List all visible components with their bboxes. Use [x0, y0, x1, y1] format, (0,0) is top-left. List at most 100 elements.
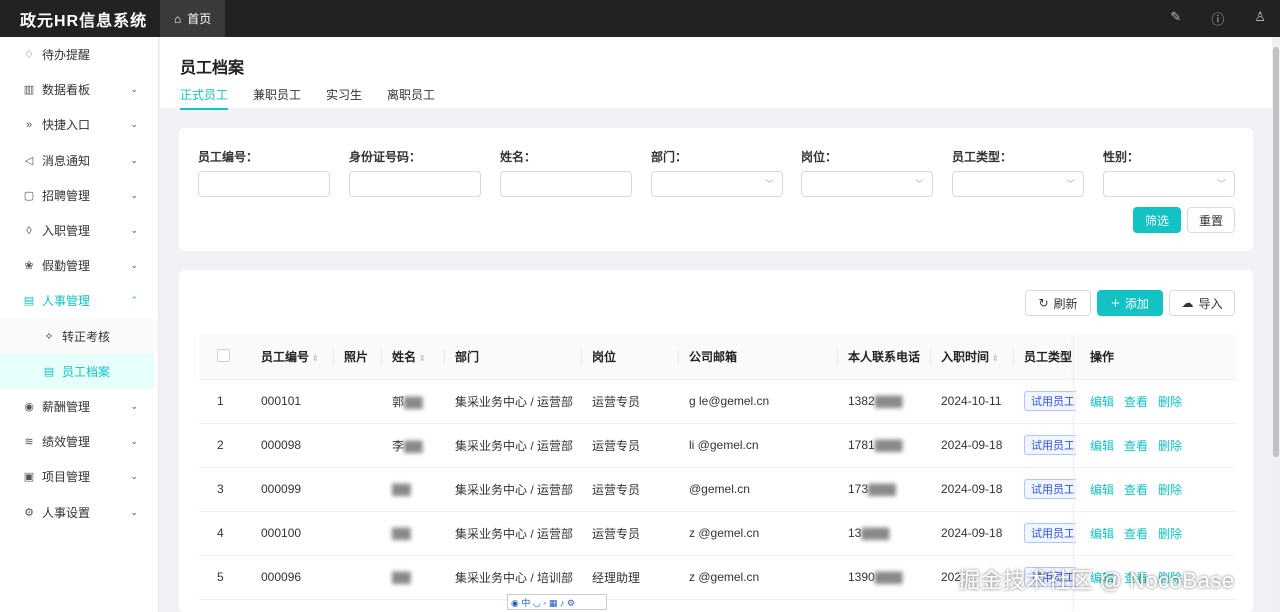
phone-cell: 1390▇▇▇ — [838, 555, 931, 600]
help-icon[interactable]: ⓘ — [1211, 9, 1224, 28]
col-email: 公司邮箱 — [679, 335, 838, 380]
tab-intern[interactable]: 实习生 — [326, 86, 362, 110]
table-row[interactable]: 3 000099 ▇▇ 集采业务中心 / 运营部 运营专员 @gemel.cn 173▇▇… — [199, 467, 1236, 512]
ime-toolbar[interactable]: ◉ 中 ◡ ◦ ▦ ♪ ⚙ — [507, 594, 607, 610]
sidebar-item-fire[interactable]: ◊ 入职管理 ⌄ — [0, 213, 158, 248]
sidebar-item-label: 绩效管理 — [42, 435, 91, 450]
table-row[interactable]: 4 000100 ▇▇ 集采业务中心 / 运营部 运营专员 z @gemel.cn 13▇▇… — [199, 511, 1236, 556]
profile-icon: ▤ — [23, 295, 35, 308]
sidebar-item-file[interactable]: ▢ 招聘管理 ⌄ — [0, 178, 158, 213]
post-cell: 运营专员 — [582, 379, 679, 424]
filter-employee-type: 员工类型： ﹀ — [952, 148, 1084, 197]
sidebar-item-setting[interactable]: ⚙ 人事设置 ⌄ — [0, 494, 158, 529]
select-all-checkbox[interactable] — [199, 335, 251, 380]
reset-button[interactable]: 重置 — [1187, 207, 1235, 233]
notification-icon: ◁ — [24, 154, 34, 167]
delete-link[interactable]: 删除 — [1158, 527, 1182, 541]
name-input[interactable] — [500, 171, 632, 197]
view-link[interactable]: 查看 — [1124, 483, 1148, 497]
table-row[interactable]: 2 000098 李▇▇ 集采业务中心 / 运营部 运营专员 li @gemel.cn 17… — [199, 423, 1236, 468]
photo-cell — [334, 379, 382, 424]
page-header: 员工档案 正式员工 兼职员工 实习生 离职员工 — [160, 37, 1280, 110]
tab-resigned[interactable]: 离职员工 — [387, 86, 435, 110]
sidebar-item-label: 假勤管理 — [42, 259, 91, 274]
sidebar-subitem-employee-file[interactable]: ▤ 员工档案 — [0, 353, 154, 389]
sidebar-item-label: 入职管理 — [42, 224, 91, 239]
sort-icon: ⇕ — [312, 354, 319, 364]
filter-name: 姓名： — [500, 148, 632, 197]
tab-home[interactable]: ⌂ 首页 — [160, 0, 226, 37]
name-cell: ▇▇ — [382, 555, 445, 600]
col-employee-id[interactable]: 员工编号 ⇕ — [251, 335, 334, 380]
employee-type-cell: 试用员工 — [1014, 379, 1076, 424]
double-right-icon: » — [25, 118, 33, 131]
photo-cell — [334, 555, 382, 600]
sidebar-item-bar-chart[interactable]: ▥ 数据看板 ⌄ — [0, 72, 158, 107]
sidebar-subitem-probation[interactable]: ✧ 转正考核 — [0, 318, 158, 354]
table-header-row: 员工编号 ⇕ 照片 姓名 ⇕ 部门 岗位 公司邮箱 本人联系电话 入职时间 ⇕ 员工类… — [199, 335, 1236, 380]
scrollbar-thumb[interactable] — [1273, 47, 1279, 457]
delete-link[interactable]: 删除 — [1158, 483, 1182, 497]
employee-id-input[interactable] — [198, 171, 330, 197]
email-cell: z @gemel.cn — [679, 511, 838, 556]
sidebar-item-dashboard[interactable]: ❀ 假勤管理 ⌄ — [0, 248, 158, 283]
edit-link[interactable]: 编辑 — [1090, 439, 1114, 453]
photo-cell — [334, 423, 382, 468]
col-post: 岗位 — [582, 335, 679, 380]
email-cell: z @gemel.cn — [679, 555, 838, 600]
name-cell: ▇▇ — [382, 511, 445, 556]
employee-type-cell: 试用员工 — [1014, 467, 1076, 512]
sidebar-item-double-right[interactable]: » 快捷入口 ⌄ — [0, 107, 158, 142]
chevron-icon: ⌄ — [130, 225, 138, 236]
scrollbar[interactable] — [1272, 37, 1280, 612]
sidebar-item-label: 快捷入口 — [42, 118, 91, 133]
sidebar-item-bulb[interactable]: ♢ 待办提醒 — [0, 37, 158, 72]
id-card-input[interactable] — [349, 171, 481, 197]
tab-formal[interactable]: 正式员工 — [180, 86, 229, 110]
department-select[interactable]: ﹀ — [651, 171, 783, 197]
ime-icon: ◉ 中 ◡ ◦ ▦ ♪ ⚙ — [511, 597, 575, 608]
row-number: 5 — [199, 555, 251, 600]
table-row[interactable]: 1 000101 郭▇▇ 集采业务中心 / 运营部 运营专员 g le@gemel.cn 1… — [199, 379, 1236, 424]
profile-icon: ▤ — [43, 365, 55, 378]
sidebar-item-notification[interactable]: ◁ 消息通知 ⌄ — [0, 143, 158, 178]
col-employee-type: 员工类型 — [1014, 335, 1076, 380]
sidebar-item-stock[interactable]: ≋ 绩效管理 ⌄ — [0, 424, 158, 459]
gender-select[interactable]: ﹀ — [1103, 171, 1235, 197]
view-link[interactable]: 查看 — [1124, 439, 1148, 453]
sidebar-item-money[interactable]: ◉ 薪酬管理 ⌄ — [0, 389, 158, 424]
col-photo: 照片 — [334, 335, 382, 380]
col-join-date[interactable]: 入职时间 ⇕ — [931, 335, 1014, 380]
sidebar-item-project[interactable]: ▣ 项目管理 ⌄ — [0, 459, 158, 494]
refresh-button[interactable]: ↻ 刷新 — [1025, 290, 1091, 316]
edit-link[interactable]: 编辑 — [1090, 527, 1114, 541]
employee-type-select[interactable]: ﹀ — [952, 171, 1084, 197]
view-link[interactable]: 查看 — [1124, 527, 1148, 541]
import-button[interactable]: ☁ 导入 — [1169, 290, 1235, 316]
department-cell: 集采业务中心 / 运营部 — [445, 379, 582, 424]
user-icon[interactable]: ♙ — [1254, 9, 1266, 28]
tab-parttime[interactable]: 兼职员工 — [253, 86, 301, 110]
view-link[interactable]: 查看 — [1124, 395, 1148, 409]
add-button[interactable]: + 添加 — [1097, 290, 1163, 316]
post-select[interactable]: ﹀ — [801, 171, 933, 197]
bulb-icon: ♢ — [24, 49, 34, 62]
pushpin-icon: ✧ — [44, 330, 54, 343]
edit-link[interactable]: 编辑 — [1090, 483, 1114, 497]
app-logo: 政元HR信息系统 — [20, 12, 148, 30]
status-badge: 试用员工 — [1024, 391, 1076, 411]
delete-link[interactable]: 删除 — [1158, 439, 1182, 453]
phone-cell: 173▇▇▇ — [838, 467, 931, 512]
theme-icon[interactable]: ✎ — [1170, 9, 1181, 28]
edit-link[interactable]: 编辑 — [1090, 395, 1114, 409]
cloud-upload-icon: ☁ — [1181, 296, 1194, 310]
sidebar-item-label: 人事管理 — [42, 294, 91, 309]
delete-link[interactable]: 删除 — [1158, 395, 1182, 409]
sidebar-item-profile[interactable]: ▤ 人事管理 ⌃ — [0, 283, 158, 318]
col-name[interactable]: 姓名 ⇕ — [382, 335, 445, 380]
file-icon: ▢ — [23, 189, 35, 202]
employee-id-cell: 000096 — [251, 555, 334, 600]
filter-post: 岗位： ﹀ — [801, 148, 933, 197]
filter-button[interactable]: 筛选 — [1133, 207, 1181, 233]
join-date-cell: 2024-10-11 — [931, 379, 1014, 424]
